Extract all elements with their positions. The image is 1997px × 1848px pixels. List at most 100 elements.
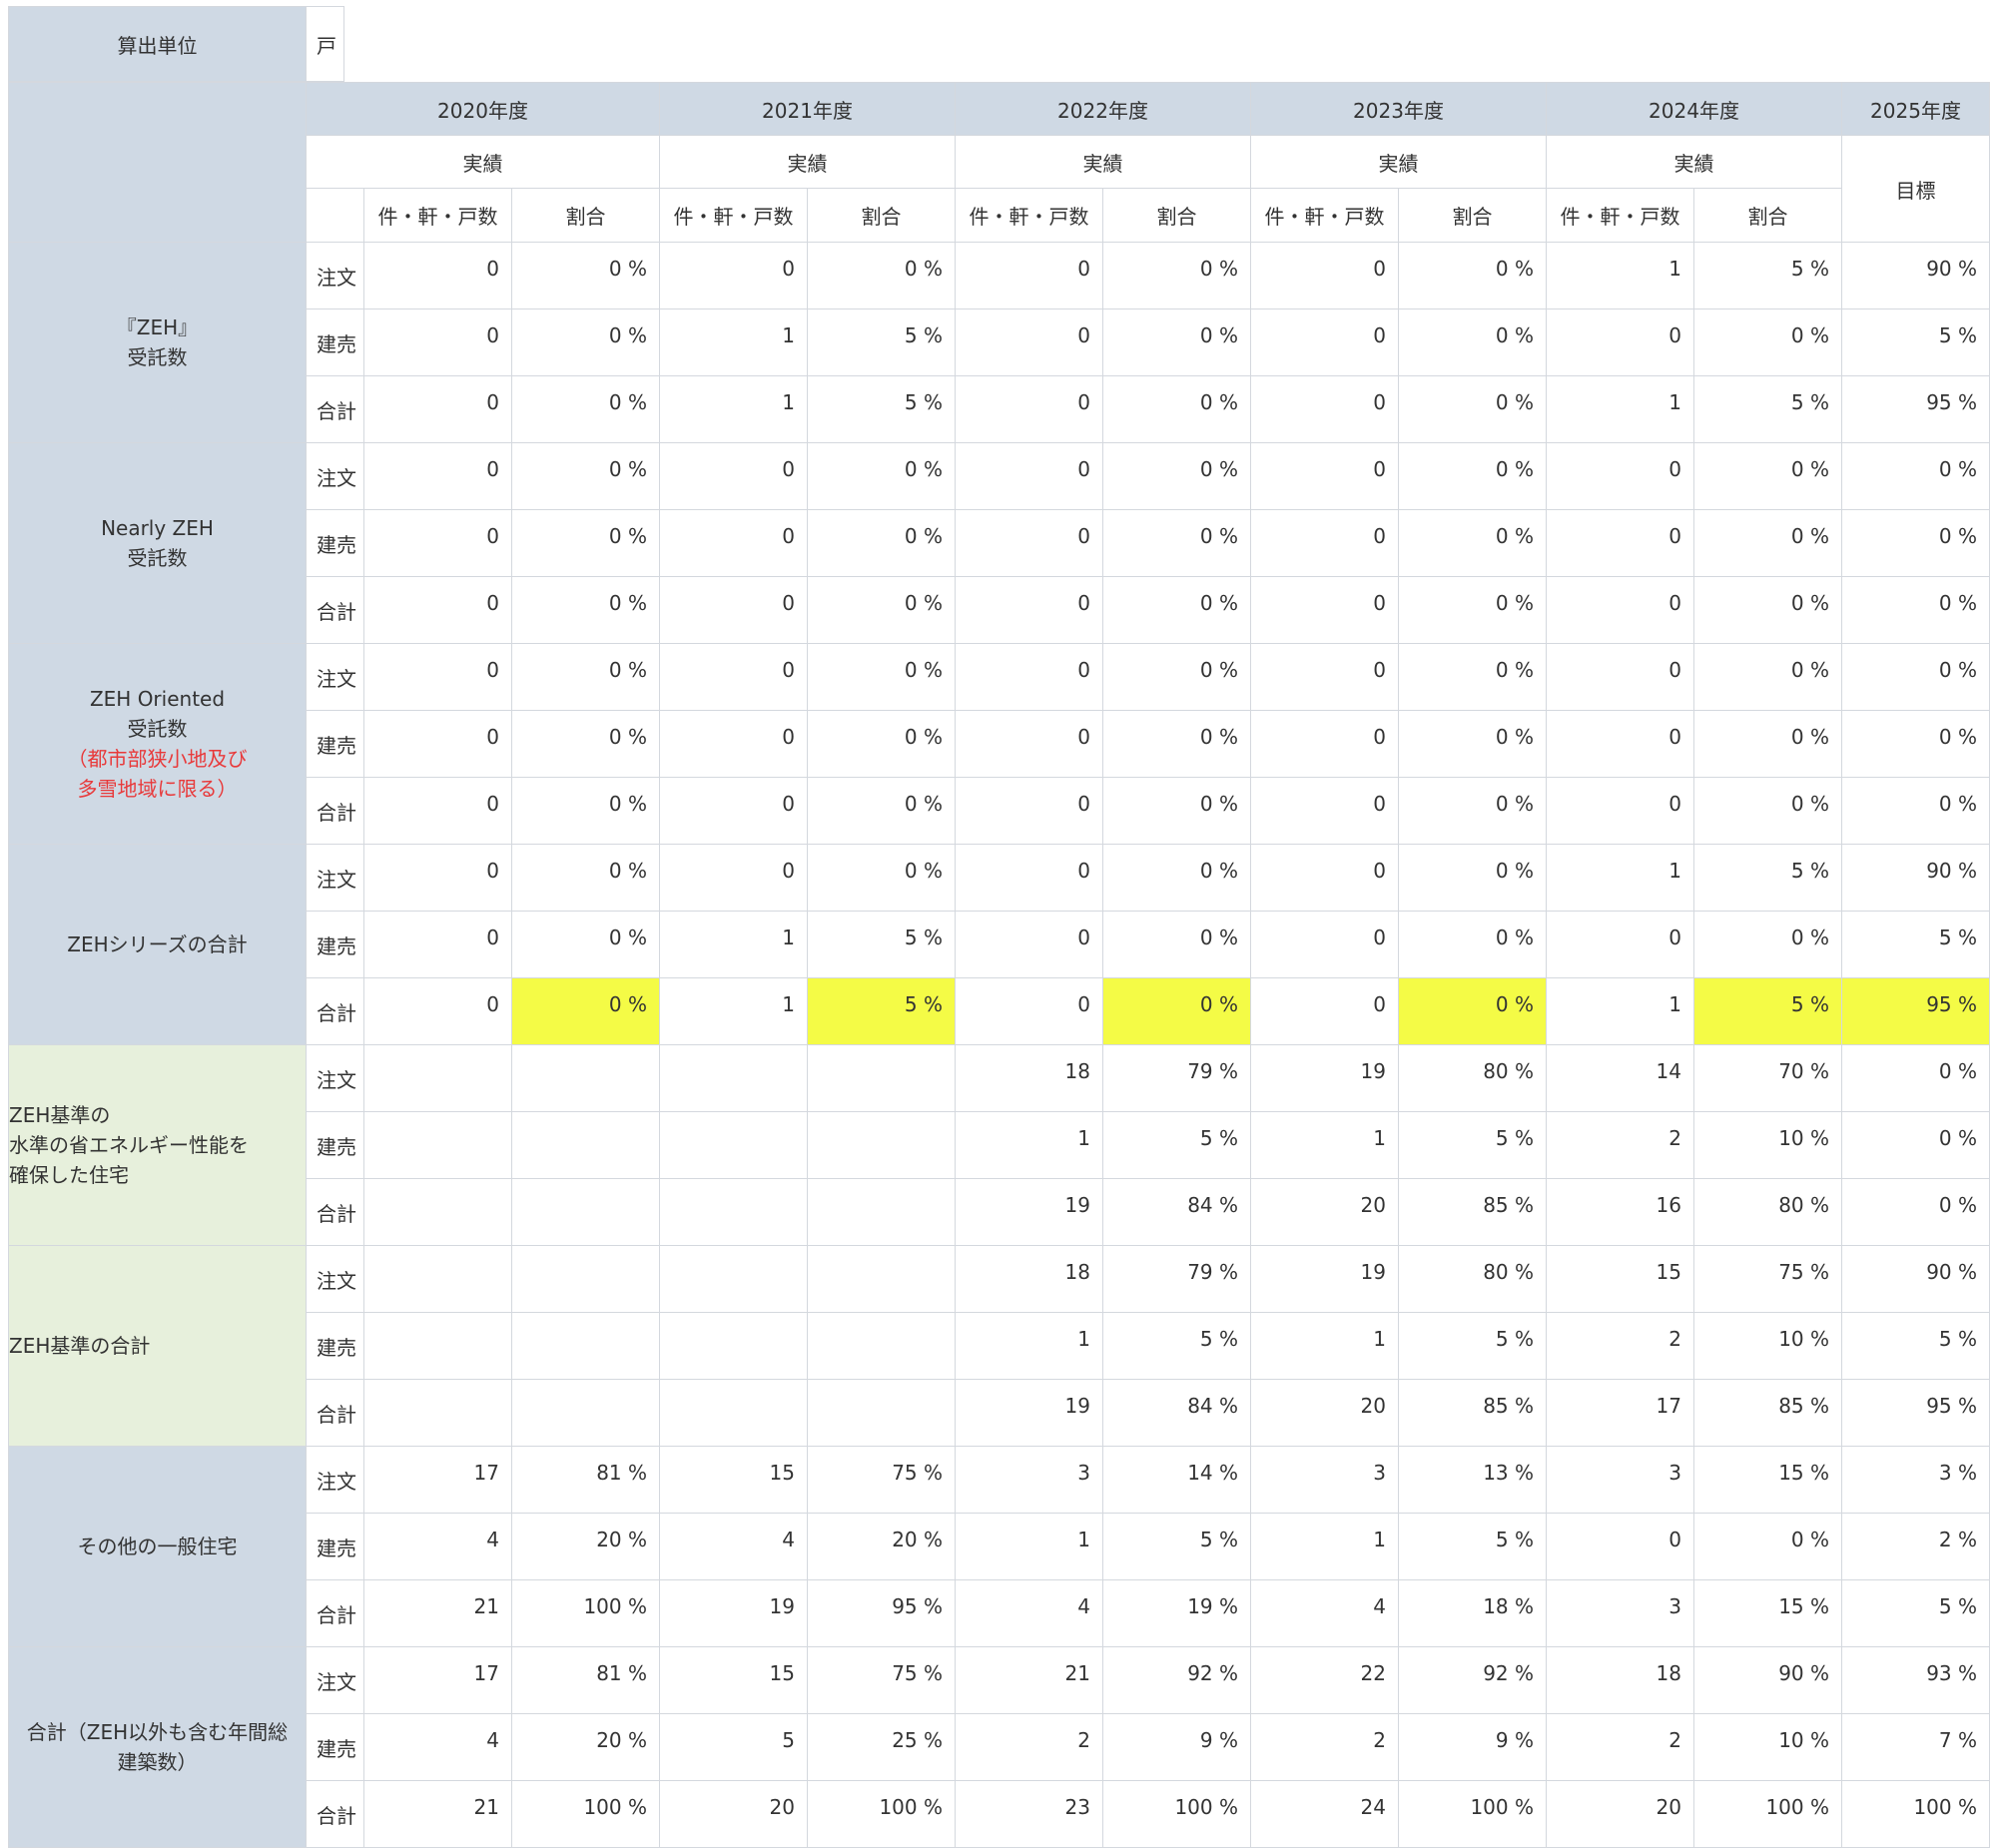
count-cell: 3 xyxy=(1546,1446,1694,1514)
count-cell: 0 xyxy=(955,710,1103,778)
ratio-cell: 10 % xyxy=(1693,1111,1842,1179)
row-group-label: 『ZEH』 受託数 xyxy=(8,242,307,443)
ratio-cell: 0 % xyxy=(1693,442,1842,510)
count-header: 件・軒・戸数 xyxy=(1250,188,1399,243)
ratio-cell: 80 % xyxy=(1693,1178,1842,1246)
count-cell: 0 xyxy=(1250,509,1399,577)
ratio-cell: 0 % xyxy=(1102,777,1251,845)
ratio-cell: 84 % xyxy=(1102,1178,1251,1246)
count-cell: 20 xyxy=(659,1780,808,1848)
ratio-cell: 0 % xyxy=(511,242,660,309)
ratio-cell: 5 % xyxy=(807,308,956,376)
count-cell xyxy=(363,1245,512,1313)
ratio-cell: 70 % xyxy=(1693,1044,1842,1112)
ratio-cell: 0 % xyxy=(1102,844,1251,912)
row-group-note-line: （都市部狭小地及び xyxy=(67,747,248,771)
table-row: 建売 0 0 % 0 0 % 0 0 % 0 0 % 0 0 % 0 % xyxy=(9,710,1990,778)
count-cell: 19 xyxy=(1250,1245,1399,1313)
ratio-cell: 0 % xyxy=(1102,911,1251,978)
target-cell: 5 % xyxy=(1841,1312,1990,1380)
ratio-cell: 20 % xyxy=(807,1513,956,1580)
ratio-cell: 92 % xyxy=(1102,1646,1251,1714)
ratio-cell: 5 % xyxy=(1693,375,1842,443)
target-header: 目標 xyxy=(1841,135,1990,243)
count-cell: 0 xyxy=(659,844,808,912)
ratio-cell: 20 % xyxy=(511,1713,660,1781)
target-cell: 0 % xyxy=(1841,643,1990,711)
ratio-cell xyxy=(807,1312,956,1380)
count-cell: 0 xyxy=(1250,242,1399,309)
count-cell: 4 xyxy=(659,1513,808,1580)
count-cell xyxy=(659,1312,808,1380)
count-cell: 0 xyxy=(659,643,808,711)
ratio-cell: 79 % xyxy=(1102,1044,1251,1112)
ratio-cell xyxy=(511,1044,660,1112)
count-header: 件・軒・戸数 xyxy=(1546,188,1694,243)
count-cell: 1 xyxy=(955,1111,1103,1179)
count-cell: 0 xyxy=(363,710,512,778)
count-cell xyxy=(363,1044,512,1112)
ratio-cell: 0 % xyxy=(1102,442,1251,510)
count-cell: 0 xyxy=(955,375,1103,443)
ratio-cell: 81 % xyxy=(511,1646,660,1714)
row-kind: 合計 xyxy=(306,1178,364,1246)
count-cell: 1 xyxy=(955,1513,1103,1580)
count-cell: 0 xyxy=(363,509,512,577)
row-kind: 建売 xyxy=(306,308,364,376)
ratio-cell: 0 % xyxy=(1102,308,1251,376)
year-header: 2022年度 xyxy=(955,82,1251,136)
row-kind: 建売 xyxy=(306,710,364,778)
ratio-cell: 15 % xyxy=(1693,1446,1842,1514)
row-kind: 注文 xyxy=(306,643,364,711)
ratio-cell xyxy=(807,1111,956,1179)
year-header: 2025年度 xyxy=(1841,82,1990,136)
row-kind: 合計 xyxy=(306,777,364,845)
ratio-cell: 0 % xyxy=(807,442,956,510)
ratio-cell: 0 % xyxy=(1398,643,1547,711)
count-cell: 0 xyxy=(659,777,808,845)
ratio-cell: 5 % xyxy=(1693,977,1842,1045)
count-header: 件・軒・戸数 xyxy=(955,188,1103,243)
count-cell xyxy=(363,1178,512,1246)
row-group-label-line: 『ZEH』 xyxy=(116,315,199,339)
count-cell: 0 xyxy=(1546,777,1694,845)
count-cell: 15 xyxy=(1546,1245,1694,1313)
ratio-cell: 0 % xyxy=(511,710,660,778)
ratio-cell: 0 % xyxy=(1693,710,1842,778)
count-cell: 0 xyxy=(363,844,512,912)
count-cell: 20 xyxy=(1250,1379,1399,1447)
count-cell: 0 xyxy=(1250,710,1399,778)
ratio-cell: 100 % xyxy=(511,1780,660,1848)
count-cell: 18 xyxy=(1546,1646,1694,1714)
count-cell: 15 xyxy=(659,1646,808,1714)
ratio-cell: 5 % xyxy=(1398,1312,1547,1380)
table-row: 合計 19 84 % 20 85 % 16 80 % 0 % xyxy=(9,1178,1990,1246)
count-cell: 16 xyxy=(1546,1178,1694,1246)
ratio-cell: 75 % xyxy=(1693,1245,1842,1313)
ratio-cell: 0 % xyxy=(1398,710,1547,778)
count-cell xyxy=(363,1379,512,1447)
count-cell: 0 xyxy=(1546,643,1694,711)
ratio-cell: 5 % xyxy=(1693,844,1842,912)
table-row: 建売 4 20 % 5 25 % 2 9 % 2 9 % 2 10 % 7 % xyxy=(9,1713,1990,1781)
count-cell: 0 xyxy=(363,643,512,711)
ratio-cell: 5 % xyxy=(807,911,956,978)
ratio-cell: 90 % xyxy=(1693,1646,1842,1714)
ratio-cell xyxy=(807,1379,956,1447)
count-cell: 0 xyxy=(1250,977,1399,1045)
table-body: 『ZEH』 受託数 注文 0 0 % 0 0 % 0 0 % 0 0 % 1 5 % 90 % 建売 0 0 %… xyxy=(8,242,1990,1848)
year-header: 2021年度 xyxy=(659,82,956,136)
ratio-cell xyxy=(807,1044,956,1112)
ratio-cell: 0 % xyxy=(511,308,660,376)
ratio-cell: 15 % xyxy=(1693,1579,1842,1647)
count-cell: 1 xyxy=(1546,375,1694,443)
ratio-cell: 0 % xyxy=(511,509,660,577)
table-row: 『ZEH』 受託数 注文 0 0 % 0 0 % 0 0 % 0 0 % 1 5 % 90 % xyxy=(8,242,1990,443)
target-cell: 0 % xyxy=(1841,576,1990,644)
count-cell: 23 xyxy=(955,1780,1103,1848)
ratio-cell: 0 % xyxy=(511,442,660,510)
ratio-cell: 5 % xyxy=(1102,1312,1251,1380)
row-group-label-line: その他の一般住宅 xyxy=(77,1535,238,1558)
count-cell: 0 xyxy=(955,977,1103,1045)
table-row: その他の一般住宅 注文 17 81 % 15 75 % 3 14 % 3 13 % 3 15 % 3 % xyxy=(8,1446,1990,1647)
